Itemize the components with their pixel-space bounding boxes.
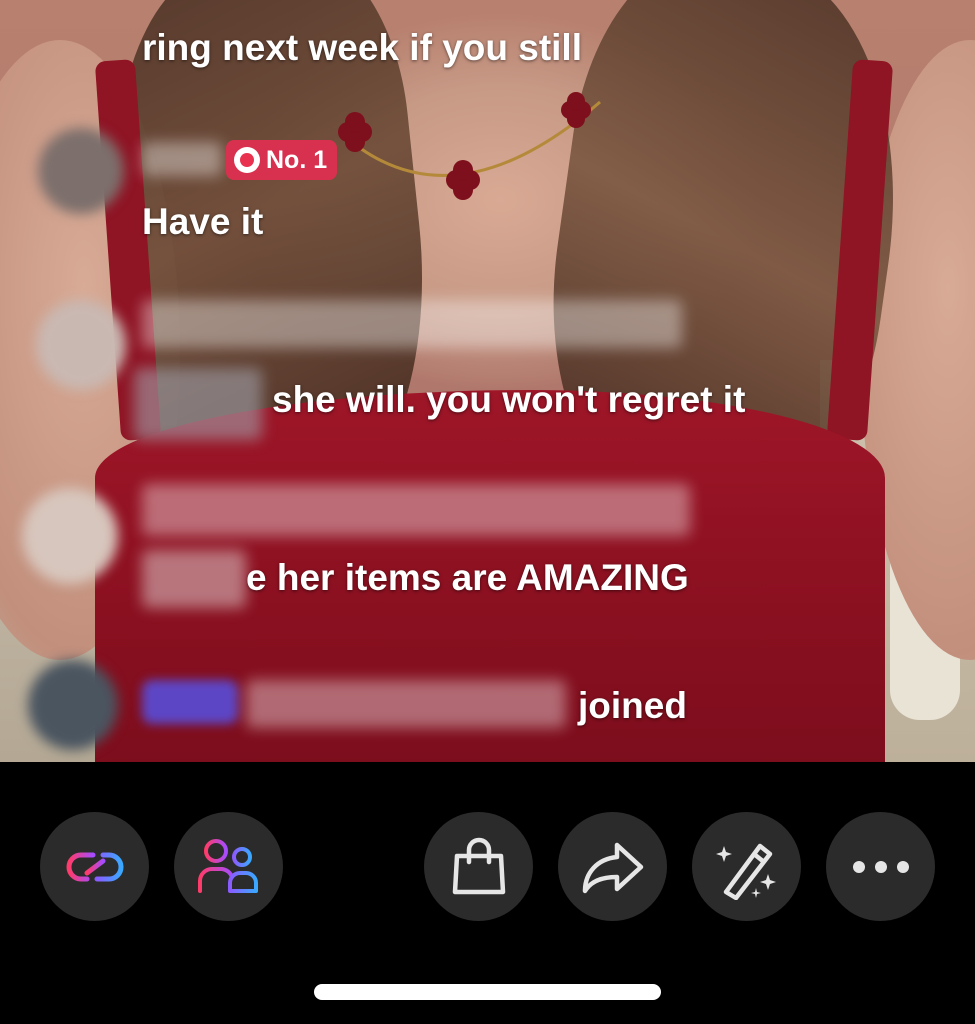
shop-button[interactable] <box>424 812 533 921</box>
guests-button[interactable] <box>174 812 283 921</box>
bottom-toolbar <box>0 762 975 1024</box>
live-video-feed[interactable]: ring next week if you still No. 1 Have i… <box>0 0 975 762</box>
top-gifter-badge: No. 1 <box>226 140 338 180</box>
blurred-username <box>142 484 690 536</box>
collab-link-icon <box>66 852 123 881</box>
commenter-avatar[interactable] <box>38 128 124 214</box>
commenter-avatar[interactable] <box>36 300 126 390</box>
join-notice-text: joined <box>578 685 687 726</box>
badge-label: No. 1 <box>266 145 328 174</box>
shopping-bag-icon <box>452 837 505 894</box>
blurred-username <box>142 300 682 348</box>
comment-text: Have it <box>142 201 264 242</box>
more-button[interactable] <box>826 812 935 921</box>
collab-button[interactable] <box>40 812 149 921</box>
share-arrow-icon <box>582 842 643 893</box>
comment-text: she will. you won't regret it <box>272 379 746 420</box>
share-button[interactable] <box>558 812 667 921</box>
magic-wand-icon <box>715 843 776 900</box>
medal-icon <box>234 147 260 173</box>
home-indicator[interactable] <box>314 984 661 1000</box>
live-stream-screen: ring next week if you still No. 1 Have i… <box>0 0 975 1024</box>
guests-icon <box>197 838 258 893</box>
effects-button[interactable] <box>692 812 801 921</box>
joiner-avatar[interactable] <box>28 660 118 750</box>
comment-text: e her items are AMAZING <box>246 557 689 598</box>
blurred-username <box>142 142 222 176</box>
blurred-level-badge <box>142 680 238 724</box>
necklace <box>338 92 601 200</box>
commenter-avatar[interactable] <box>22 488 118 584</box>
blurred-username <box>246 680 566 728</box>
more-icon <box>852 860 909 873</box>
blurred-fan-badge <box>134 368 262 440</box>
comment-text: ring next week if you still <box>142 27 582 68</box>
blurred-text-fragment <box>142 550 246 608</box>
